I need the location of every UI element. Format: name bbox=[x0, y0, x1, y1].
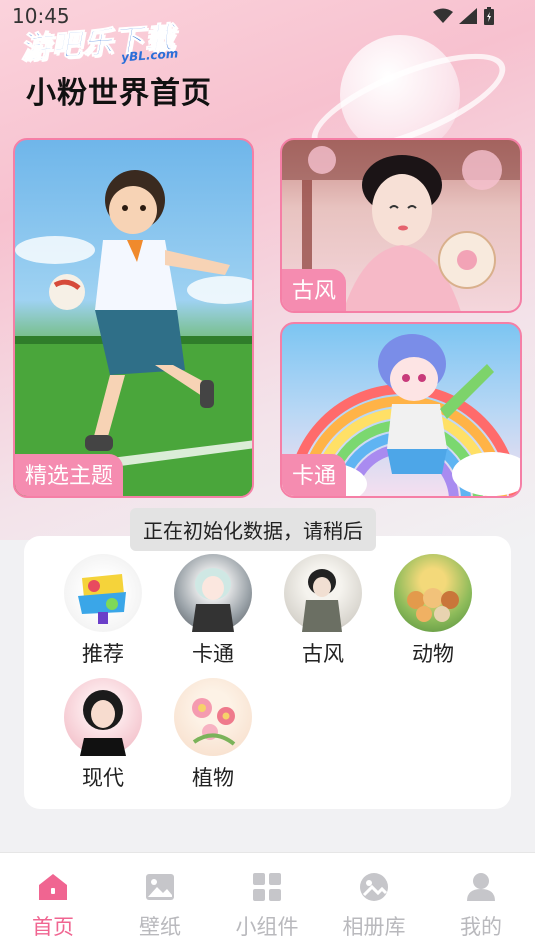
category-guofeng[interactable]: 古风 bbox=[268, 554, 378, 668]
ancient-girl-thumb bbox=[284, 554, 362, 632]
tab-mine[interactable]: 我的 bbox=[441, 871, 521, 941]
tab-wallpaper[interactable]: 壁纸 bbox=[120, 871, 200, 941]
watermark-logo: 游吧乐下载 yBL.com bbox=[19, 13, 179, 68]
tab-label: 我的 bbox=[460, 915, 502, 939]
graffiti-thumb bbox=[64, 554, 142, 632]
tab-label: 小组件 bbox=[235, 915, 299, 939]
album-icon bbox=[360, 873, 388, 901]
category-label: 植物 bbox=[192, 766, 234, 790]
flowers-thumb bbox=[174, 678, 252, 756]
signal-icon bbox=[459, 8, 477, 24]
category-label: 推荐 bbox=[82, 642, 124, 666]
category-recommend[interactable]: 推荐 bbox=[48, 554, 158, 668]
system-icons bbox=[433, 7, 495, 25]
category-cartoon[interactable]: 卡通 bbox=[158, 554, 268, 668]
featured-illustration bbox=[15, 170, 252, 496]
category-plants[interactable]: 植物 bbox=[158, 678, 268, 792]
cartoon-label: 卡通 bbox=[282, 454, 347, 496]
tab-label: 相册库 bbox=[342, 915, 406, 939]
user-icon bbox=[467, 873, 495, 901]
featured-theme-label: 精选主题 bbox=[15, 454, 124, 496]
featured-theme-card[interactable]: 精选主题 bbox=[13, 138, 254, 498]
home-icon bbox=[39, 874, 67, 900]
image-icon bbox=[146, 874, 174, 900]
guofeng-card[interactable]: 古风 bbox=[280, 138, 522, 313]
tab-label: 首页 bbox=[32, 915, 74, 939]
page-title: 小粉世界首页 bbox=[26, 76, 212, 111]
battery-icon bbox=[484, 7, 494, 25]
widgets-icon bbox=[253, 873, 281, 901]
animals-thumb bbox=[394, 554, 472, 632]
guofeng-label: 古风 bbox=[282, 269, 347, 311]
tab-label: 壁纸 bbox=[139, 915, 181, 939]
tab-album[interactable]: 相册库 bbox=[334, 871, 414, 941]
category-label: 现代 bbox=[82, 766, 124, 790]
wifi-icon bbox=[433, 8, 453, 23]
category-label: 动物 bbox=[412, 642, 454, 666]
category-animals[interactable]: 动物 bbox=[378, 554, 488, 668]
bottom-tab-bar: 首页 壁纸 小组件 相册库 我的 bbox=[0, 852, 535, 952]
modern-woman-thumb bbox=[64, 678, 142, 756]
category-label: 古风 bbox=[302, 642, 344, 666]
tab-widgets[interactable]: 小组件 bbox=[227, 871, 307, 941]
anime-girl-thumb bbox=[174, 554, 252, 632]
category-modern[interactable]: 现代 bbox=[48, 678, 158, 792]
loading-toast: 正在初始化数据，请稍后 bbox=[130, 508, 376, 551]
tab-home[interactable]: 首页 bbox=[13, 871, 93, 941]
cartoon-card[interactable]: 卡通 bbox=[280, 322, 522, 498]
category-label: 卡通 bbox=[192, 642, 234, 666]
